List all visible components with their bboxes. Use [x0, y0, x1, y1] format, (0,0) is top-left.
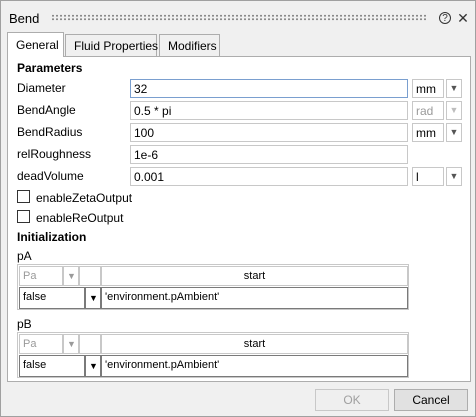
window-title: Bend — [9, 11, 40, 26]
bend-dialog: Bend ? ✕ General Fluid Properties Modifi… — [0, 0, 476, 417]
chevron-down-icon[interactable]: ▼ — [85, 355, 101, 377]
chevron-down-icon[interactable]: ▼ — [85, 287, 101, 309]
deadvolume-input[interactable]: 0.001 — [130, 167, 408, 186]
deadvolume-label: deadVolume — [17, 169, 84, 183]
bendradius-label: BendRadius — [17, 125, 83, 139]
pa-column-header: start — [101, 266, 408, 286]
pa-fixed-select[interactable]: false — [19, 287, 85, 309]
enable-re-checkbox[interactable] — [17, 210, 30, 223]
pb-fixed-select[interactable]: false — [19, 355, 85, 377]
enable-zeta-label: enableZetaOutput — [36, 191, 133, 205]
chevron-down-icon: ▼ — [63, 334, 79, 354]
chevron-down-icon[interactable]: ▼ — [446, 123, 462, 142]
tab-fluid-properties[interactable]: Fluid Properties — [65, 34, 158, 56]
pa-header-spacer — [79, 266, 101, 286]
deadvolume-unit-select[interactable]: l — [412, 167, 444, 186]
relroughness-label: relRoughness — [17, 147, 92, 161]
bendangle-label: BendAngle — [17, 103, 76, 117]
pb-start-input[interactable]: 'environment.pAmbient' — [101, 355, 408, 377]
pb-header-spacer — [79, 334, 101, 354]
close-icon[interactable]: ✕ — [456, 11, 470, 25]
title-bar[interactable]: Bend ? ✕ — [1, 1, 475, 31]
pb-column-header: start — [101, 334, 408, 354]
relroughness-input[interactable]: 1e-6 — [130, 145, 408, 164]
help-icon[interactable]: ? — [439, 12, 451, 24]
bendradius-input[interactable]: 100 — [130, 123, 408, 142]
pb-label: pB — [17, 317, 32, 331]
tab-modifiers[interactable]: Modifiers — [159, 34, 220, 56]
diameter-unit-select[interactable]: mm — [412, 79, 444, 98]
bendradius-unit-select[interactable]: mm — [412, 123, 444, 142]
chevron-down-icon: ▼ — [63, 266, 79, 286]
chevron-down-icon[interactable]: ▼ — [446, 79, 462, 98]
bendangle-unit-select: rad — [412, 101, 444, 120]
bendangle-input[interactable]: 0.5 * pi — [130, 101, 408, 120]
pb-unit-select: Pa — [19, 334, 63, 354]
chevron-down-icon: ▼ — [446, 101, 462, 120]
enable-zeta-checkbox[interactable] — [17, 190, 30, 203]
parameters-heading: Parameters — [17, 61, 83, 75]
pb-table: Pa ▼ start false ▼ 'environment.pAmbient… — [17, 332, 409, 378]
drag-grip[interactable] — [51, 14, 426, 21]
initialization-heading: Initialization — [17, 230, 87, 244]
pa-label: pA — [17, 249, 32, 263]
general-tab-panel: Parameters Diameter 32 mm ▼ BendAngle 0.… — [7, 56, 471, 382]
chevron-down-icon[interactable]: ▼ — [446, 167, 462, 186]
diameter-label: Diameter — [17, 81, 66, 95]
pa-start-input[interactable]: 'environment.pAmbient' — [101, 287, 408, 309]
cancel-button[interactable]: Cancel — [394, 389, 468, 411]
enable-re-label: enableReOutput — [36, 211, 124, 225]
pa-unit-select: Pa — [19, 266, 63, 286]
pa-table: Pa ▼ start false ▼ 'environment.pAmbient… — [17, 264, 409, 310]
diameter-input[interactable]: 32 — [130, 79, 408, 98]
tab-general[interactable]: General — [7, 32, 64, 57]
ok-button[interactable]: OK — [315, 389, 389, 411]
